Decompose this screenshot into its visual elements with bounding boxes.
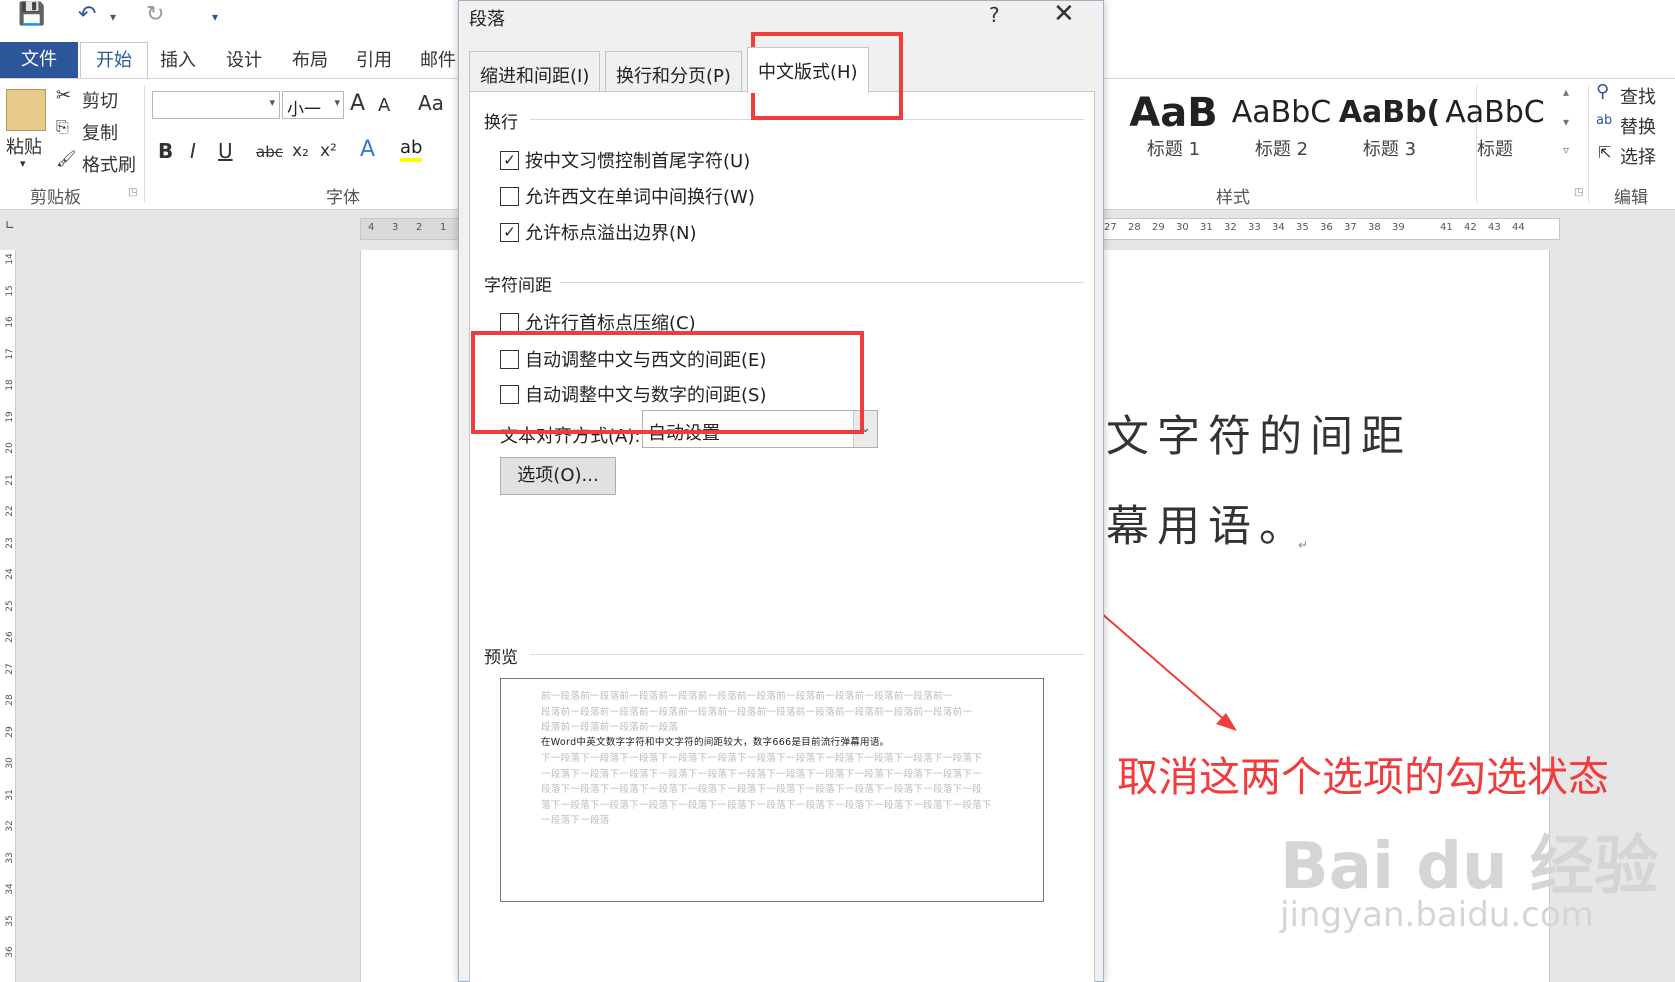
checkbox-label: 允许标点溢出边界(N)	[525, 223, 697, 244]
checkbox-row[interactable]: ✓ 允许标点溢出边界(N)	[500, 219, 697, 245]
preview-before-text: 前一段落前一段落前一段落前一段落前一段落前一段落前一段落前一段落前一段落前一段落…	[541, 689, 1041, 736]
options-button[interactable]: 选项(O)...	[500, 457, 616, 495]
preview-line: 一段落下一段落下一段落下一段落下一段落下一段落下一段落下一段落下一段落下一段落下…	[541, 768, 983, 780]
preview-line: 前一段落前一段落前一段落前一段落前一段落前一段落前一段落前一段落前一段落前一段落…	[541, 691, 953, 702]
preview-line: 段落前一段落前一段落前一段落前一段落前一段落前一段落前一段落前一段落前一段落前一…	[541, 706, 973, 718]
section-character-spacing: 字符间距	[484, 271, 560, 296]
tab-panel: 换行 ✓ 按中文习惯控制首尾字符(U) 允许西文在单词中间换行(W) ✓ 允许标点溢…	[469, 91, 1095, 982]
preview-main-text: 在Word中英文数字字符和中文字符的间距较大，数字666是目前流行弹幕用语。	[541, 737, 890, 748]
section-line-break: 换行	[484, 108, 526, 133]
checkbox-label: 允许西文在单词中间换行(W)	[525, 187, 755, 208]
tab-asian-typography[interactable]: 中文版式(H)	[747, 47, 869, 93]
preview-line: 段落前一段落前一段落前一段落	[541, 722, 679, 733]
preview-line: 下一段落下一段落下一段落下一段落下一段落下一段落下一段落下一段落下一段落下一段落…	[541, 753, 983, 764]
divider	[530, 654, 1084, 655]
checkbox[interactable]	[500, 186, 519, 206]
checkbox-label: 按中文习惯控制首尾字符(U)	[525, 151, 751, 172]
preview-line: 段落下一段落下一段落下一段落下一段落下一段落下一段落下一段落下一段落下一段落下一…	[541, 784, 983, 795]
preview-line: 落下一段落下一段落下一段落下一段落下一段落下一段落下一段落下一段落下一段落下一段…	[541, 799, 992, 811]
checkbox[interactable]: ✓	[500, 222, 519, 242]
tab-indents-spacing[interactable]: 缩进和间距(I)	[469, 51, 601, 91]
tab-line-page-breaks[interactable]: 换行和分页(P)	[605, 51, 742, 91]
preview-line: 一段落下一段落	[541, 815, 610, 826]
checkbox[interactable]	[500, 312, 519, 332]
checkbox-row[interactable]: ✓ 按中文习惯控制首尾字符(U)	[500, 147, 750, 173]
checkbox-row[interactable]: 允许西文在单词中间换行(W)	[500, 183, 755, 209]
section-preview: 预览	[484, 643, 526, 668]
preview-after-text: 下一段落下一段落下一段落下一段落下一段落下一段落下一段落下一段落下一段落下一段落…	[541, 751, 1041, 829]
help-button[interactable]: ?	[989, 3, 1000, 27]
checkbox[interactable]: ✓	[500, 150, 519, 170]
annotation-text: 取消这两个选项的勾选状态	[1117, 753, 1609, 801]
preview-box: 前一段落前一段落前一段落前一段落前一段落前一段落前一段落前一段落前一段落前一段落…	[500, 678, 1044, 902]
divider	[560, 282, 1084, 283]
dialog-title: 段落	[469, 9, 505, 30]
watermark-brand: Bai du 经验	[1280, 830, 1658, 904]
highlight-box-options	[471, 331, 864, 434]
watermark-url: jingyan.baidu.com	[1280, 895, 1594, 935]
close-button[interactable]: ✕	[1053, 0, 1075, 29]
paragraph-dialog: 段落 ? ✕ 缩进和间距(I) 换行和分页(P) 中文版式(H) 换行 ✓ 按中文…	[458, 0, 1104, 982]
